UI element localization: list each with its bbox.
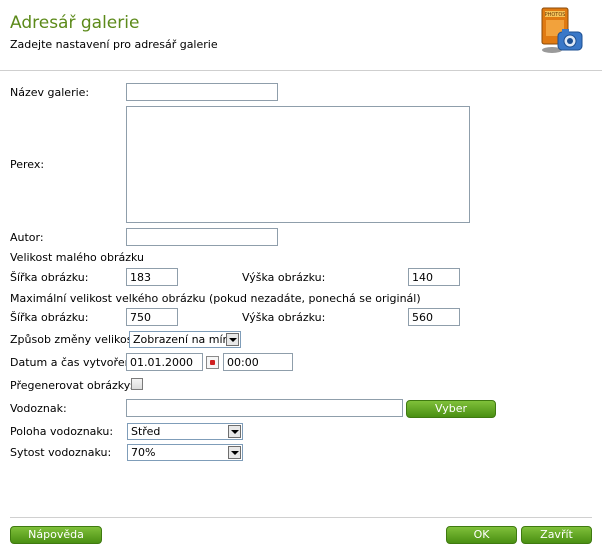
gallery-name-input[interactable]: [126, 83, 278, 101]
perex-textarea[interactable]: [126, 106, 470, 223]
ok-button[interactable]: OK: [446, 526, 517, 544]
page-title: Adresář galerie: [10, 13, 140, 33]
footer-divider: [10, 517, 592, 518]
chevron-down-icon[interactable]: [228, 446, 241, 459]
date-input[interactable]: [126, 353, 203, 371]
gallery-name-label: Název galerie:: [10, 86, 90, 99]
time-input[interactable]: [223, 353, 293, 371]
watermark-input[interactable]: [126, 399, 403, 417]
author-input[interactable]: [126, 228, 278, 246]
resize-method-value: Zobrazení na míru: [133, 333, 235, 346]
watermark-opacity-label: Sytost vodoznaku:: [10, 446, 112, 459]
photo-book-camera-icon: PHOTOS: [541, 7, 583, 53]
large-height-label: Výška obrázku:: [242, 311, 326, 324]
help-button[interactable]: Nápověda: [10, 526, 102, 544]
resize-method-label: Způsob změny velikosti:: [10, 333, 144, 346]
chevron-down-icon[interactable]: [226, 333, 239, 346]
regenerate-label: Přegenerovat obrázky:: [10, 379, 134, 392]
close-button[interactable]: Zavřít: [521, 526, 592, 544]
small-height-input[interactable]: [408, 268, 460, 286]
large-height-input[interactable]: [408, 308, 460, 326]
watermark-opacity-value: 70%: [131, 446, 156, 459]
watermark-position-value: Střed: [131, 425, 161, 438]
calendar-icon[interactable]: [206, 356, 219, 369]
watermark-position-select[interactable]: Střed: [127, 423, 243, 440]
small-height-label: Výška obrázku:: [242, 271, 326, 284]
dialog-header: Adresář galerie Zadejte nastavení pro ad…: [0, 0, 602, 71]
regenerate-checkbox[interactable]: [131, 378, 143, 390]
perex-label: Perex:: [10, 158, 45, 171]
created-datetime-label: Datum a čas vytvoření:: [10, 356, 139, 369]
large-width-input[interactable]: [126, 308, 178, 326]
watermark-position-label: Poloha vodoznaku:: [10, 425, 114, 438]
large-image-section-label: Maximální velikost velkého obrázku (poku…: [10, 292, 421, 305]
small-width-input[interactable]: [126, 268, 178, 286]
small-image-section-label: Velikost malého obrázku: [10, 251, 145, 264]
watermark-opacity-select[interactable]: 70%: [127, 444, 243, 461]
watermark-label: Vodoznak:: [10, 402, 67, 415]
chevron-down-icon[interactable]: [228, 425, 241, 438]
resize-method-select[interactable]: Zobrazení na míru: [129, 331, 241, 348]
select-watermark-button[interactable]: Vyber: [406, 400, 496, 418]
logo-label: PHOTOS: [545, 12, 566, 18]
author-label: Autor:: [10, 231, 44, 244]
small-width-label: Šířka obrázku:: [10, 271, 89, 284]
large-width-label: Šířka obrázku:: [10, 311, 89, 324]
page-subtitle: Zadejte nastavení pro adresář galerie: [10, 38, 218, 51]
